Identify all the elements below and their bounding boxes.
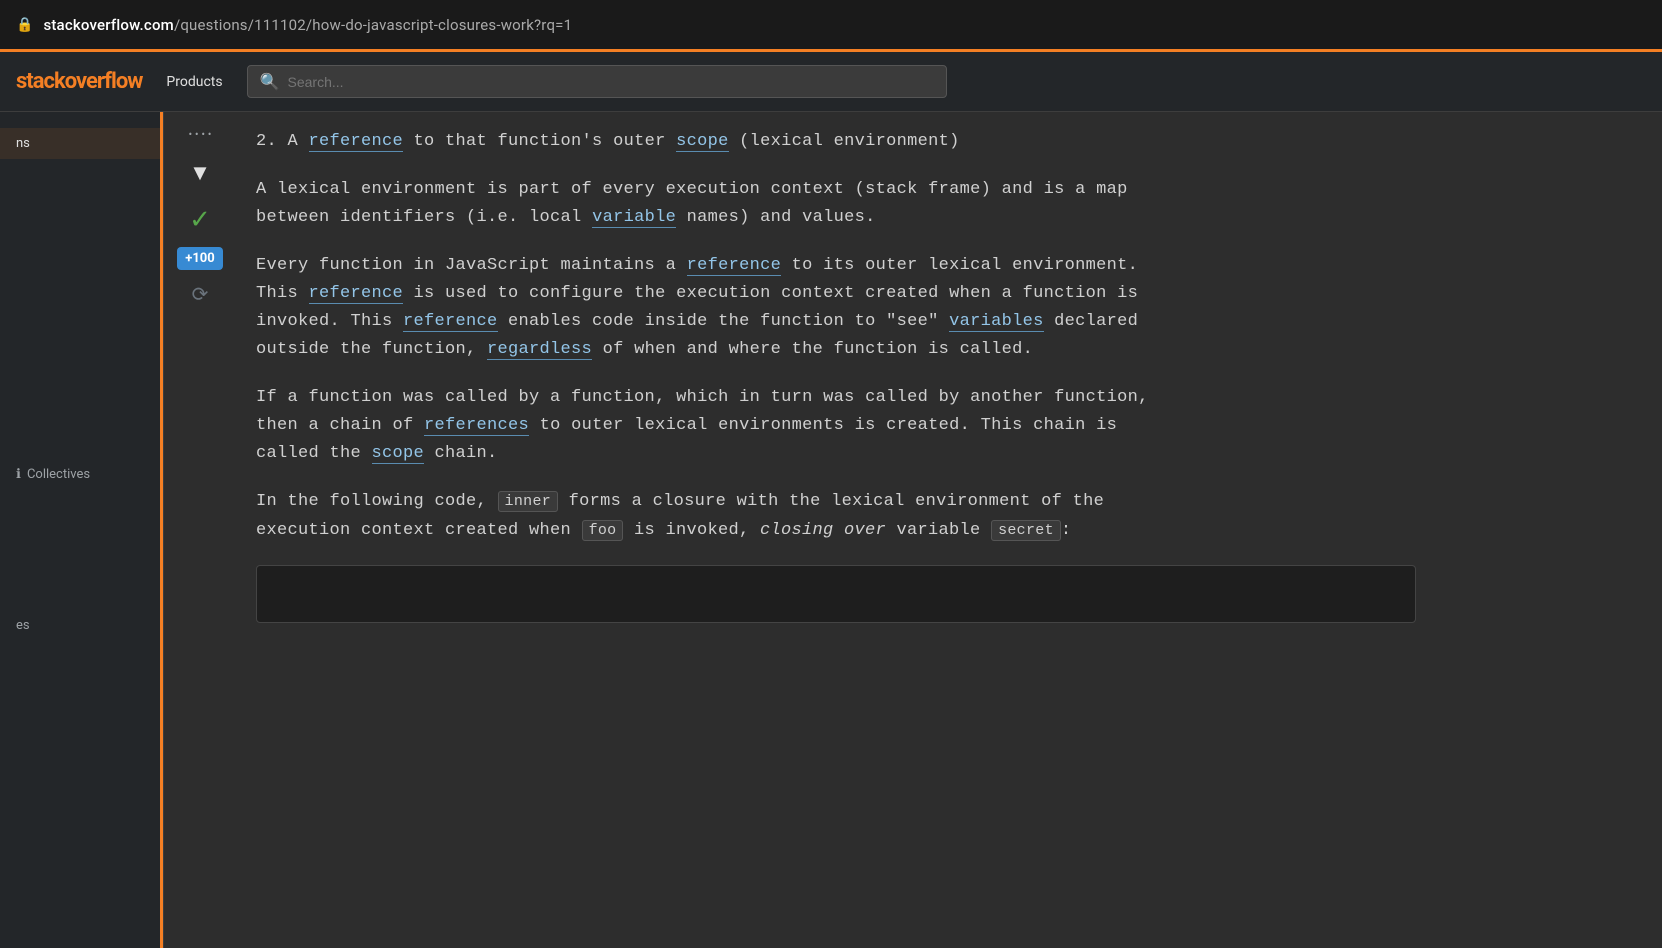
sidebar-item-ns[interactable]: ns	[0, 128, 163, 159]
answer-body: 2. A reference to that function's outer …	[256, 128, 1416, 623]
section-header-text: to that function's outer	[403, 132, 676, 151]
para2-text1: Every function in JavaScript maintains a	[256, 256, 687, 275]
url-path: /questions/111102/how-do-javascript-clos…	[174, 16, 572, 34]
para2-link-reference1[interactable]: reference	[687, 256, 782, 276]
bounty-badge[interactable]: +100	[177, 247, 222, 270]
para4-code-foo: foo	[582, 520, 624, 541]
paragraph-2: Every function in JavaScript maintains a…	[256, 252, 1416, 364]
main-content: 2. A reference to that function's outer …	[236, 112, 1436, 948]
para4-text1: In the following code,	[256, 492, 498, 511]
para4-colon: :	[1061, 521, 1072, 540]
lock-icon: 🔒	[16, 17, 33, 33]
paragraph-4: In the following code, inner forms a clo…	[256, 488, 1416, 544]
url-bar[interactable]: stackoverflow.com/questions/111102/how-d…	[43, 16, 572, 34]
para3-link-scope[interactable]: scope	[372, 444, 425, 464]
section-header-suffix: (lexical environment)	[729, 132, 960, 151]
code-block-content	[273, 585, 282, 602]
para4-text3: is invoked,	[623, 521, 760, 540]
scroll-indicator	[160, 112, 163, 948]
vote-score-dots: • • • •	[188, 128, 211, 141]
url-domain: stackoverflow.com	[43, 16, 174, 34]
para2-text6: of when and where the function is called…	[592, 340, 1033, 359]
sidebar: ns ℹ Collectives es	[0, 112, 164, 948]
so-logo[interactable]: stackoverflow	[16, 69, 142, 94]
paragraph-3: If a function was called by a function, …	[256, 384, 1416, 468]
history-icon[interactable]: ⟳	[192, 282, 209, 306]
section-header-link-scope[interactable]: scope	[676, 132, 729, 152]
search-icon: 🔍	[260, 72, 280, 91]
browser-bar: 🔒 stackoverflow.com/questions/111102/how…	[0, 0, 1662, 52]
logo-text: stackoverflow	[16, 69, 142, 94]
para2-link-reference3[interactable]: reference	[403, 312, 498, 332]
search-input[interactable]	[288, 74, 934, 90]
para2-link-variables[interactable]: variables	[949, 312, 1044, 332]
collectives-label: Collectives	[27, 467, 90, 482]
paragraph-1: A lexical environment is part of every e…	[256, 176, 1416, 232]
para2-link-reference2[interactable]: reference	[309, 284, 404, 304]
vote-down-button[interactable]: ▼	[180, 153, 220, 193]
vote-sidebar: • • • • ▼ ✓ +100 ⟳	[164, 112, 236, 948]
sidebar-item-es[interactable]: es	[0, 610, 163, 641]
section-2-header: 2. A reference to that function's outer …	[256, 128, 1416, 156]
so-header: stackoverflow Products 🔍	[0, 52, 1662, 112]
para4-code-secret: secret	[991, 520, 1061, 541]
para4-code-inner: inner	[498, 491, 559, 512]
para3-text3: chain.	[424, 444, 498, 463]
page-layout: ns ℹ Collectives es • • • • ▼ ✓ +100 ⟳ 2…	[0, 112, 1662, 948]
para3-link-references[interactable]: references	[424, 416, 529, 436]
para2-link-regardless[interactable]: regardless	[487, 340, 592, 360]
info-icon: ℹ	[16, 467, 21, 482]
code-block	[256, 565, 1416, 624]
accepted-check-icon[interactable]: ✓	[189, 205, 211, 235]
para2-text4: enables code inside the function to "see…	[498, 312, 950, 331]
section-number: 2. A	[256, 132, 309, 151]
search-bar[interactable]: 🔍	[247, 65, 947, 98]
sidebar-collectives[interactable]: ℹ Collectives	[0, 459, 163, 490]
para4-text4: variable	[886, 521, 991, 540]
para1-text2: names) and values.	[676, 208, 876, 227]
para1-link-variable[interactable]: variable	[592, 208, 676, 228]
para4-italic-text: closing over	[760, 521, 886, 540]
section-header-link-reference[interactable]: reference	[309, 132, 404, 152]
nav-products[interactable]: Products	[166, 74, 222, 90]
